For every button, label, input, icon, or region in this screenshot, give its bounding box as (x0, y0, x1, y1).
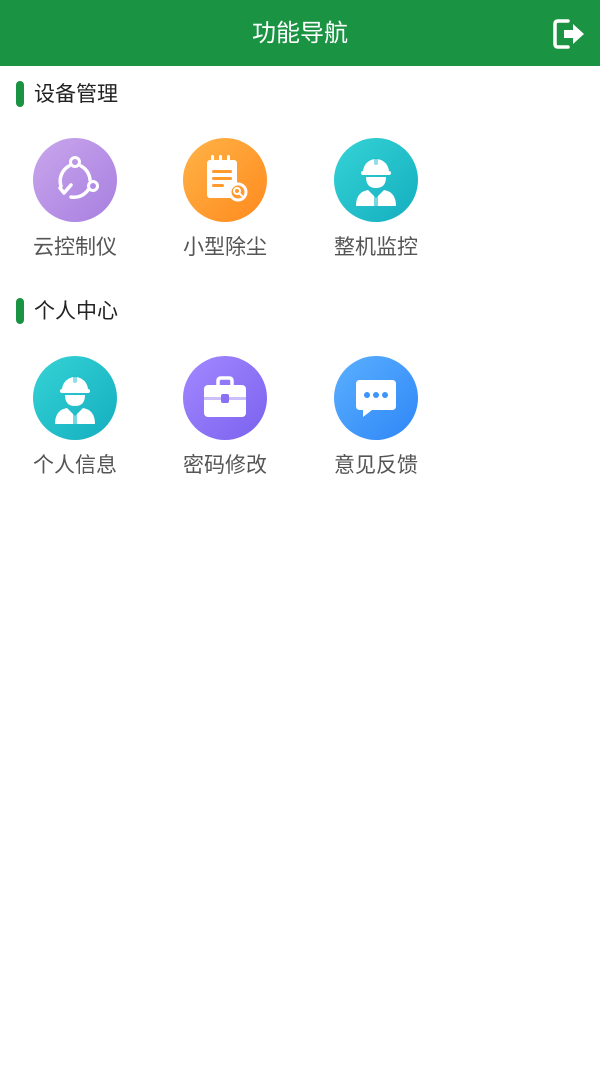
page-title: 功能导航 (252, 19, 348, 47)
logout-icon (553, 19, 584, 49)
section-label: 个人中心 (34, 299, 118, 323)
tile-cloud-control[interactable]: 云控制仪 (0, 138, 150, 278)
tile-dust-removal[interactable]: 小型除尘 (150, 138, 300, 278)
tile-personal-info[interactable]: 个人信息 (0, 356, 150, 496)
briefcase-icon (204, 376, 246, 417)
tile-icon-circle (33, 138, 117, 222)
tile-password-change[interactable]: 密码修改 (150, 356, 300, 496)
tile-icon-circle (183, 356, 267, 440)
tile-label: 整机监控 (334, 235, 418, 259)
tile-feedback[interactable]: 意见反馈 (301, 356, 451, 496)
tile-icon-circle (334, 138, 418, 222)
cloud-control-icon (58, 156, 99, 200)
personal-info-icon (55, 375, 95, 424)
personal-center-grid: 个人信息 密码修改 意见反馈 (0, 356, 600, 496)
tile-label: 小型除尘 (183, 235, 267, 259)
tile-label: 密码修改 (183, 453, 267, 477)
section-accent-bar (16, 81, 24, 107)
section-label: 设备管理 (34, 82, 118, 106)
chat-bubble-icon (356, 380, 396, 417)
tile-machine-monitor[interactable]: 整机监控 (301, 138, 451, 278)
dust-removal-icon (207, 155, 248, 202)
tile-label: 云控制仪 (33, 235, 117, 259)
logout-button[interactable] (552, 17, 586, 51)
section-title-personal-center: 个人中心 (16, 296, 118, 326)
top-bar: 功能导航 (0, 0, 600, 66)
tile-label: 意见反馈 (334, 453, 418, 477)
tile-icon-circle (334, 356, 418, 440)
worker-monitor-icon (356, 157, 396, 206)
tile-icon-circle (33, 356, 117, 440)
tile-icon-circle (183, 138, 267, 222)
section-title-device-management: 设备管理 (16, 79, 118, 109)
tile-label: 个人信息 (33, 453, 117, 477)
device-management-grid: 云控制仪 小型除尘 整机监控 (0, 138, 600, 278)
section-accent-bar (16, 298, 24, 324)
